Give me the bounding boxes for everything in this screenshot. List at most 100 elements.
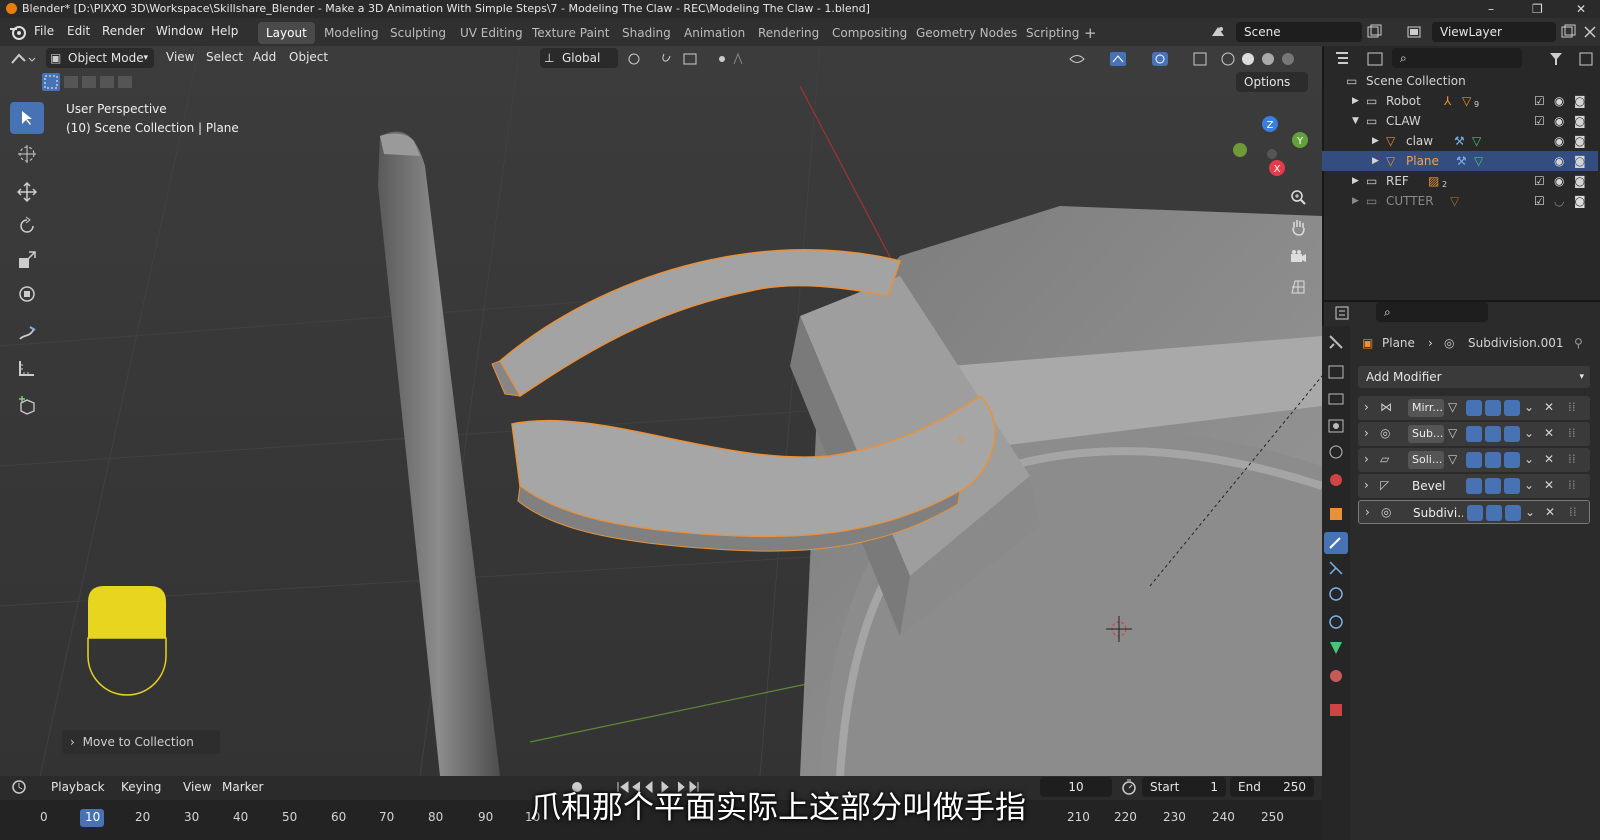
camera-icon[interactable]: ◙ <box>1574 171 1586 191</box>
viewport-toggle[interactable] <box>1485 426 1501 442</box>
render-toggle[interactable] <box>1504 452 1520 468</box>
tab-texture-paint[interactable]: Texture Paint <box>524 22 617 44</box>
tab-animation[interactable]: Animation <box>676 22 753 44</box>
properties-search-input[interactable]: ⌕ <box>1376 302 1488 322</box>
shading-and-overlay-buttons[interactable] <box>1068 50 1318 68</box>
remove-modifier-icon[interactable]: ✕ <box>1544 426 1554 440</box>
chevron-right-icon[interactable]: › <box>1364 426 1369 440</box>
tab-uv-editing[interactable]: UV Editing <box>452 22 531 44</box>
zoom-view-button[interactable] <box>1283 182 1313 212</box>
viewport-toggle[interactable] <box>1485 452 1501 468</box>
outliner-row-robot[interactable]: ▶ ▭ Robot ⅄ ▽ 9 ☑ ◉ ◙ <box>1322 91 1598 111</box>
editmode-toggle[interactable] <box>1466 400 1482 416</box>
chevron-right-icon[interactable]: › <box>1365 505 1370 519</box>
close-window-button[interactable]: ✕ <box>1576 0 1586 18</box>
menu-marker[interactable]: Marker <box>222 780 263 794</box>
modifier-name-field[interactable]: Soli... <box>1408 451 1444 469</box>
eye-icon[interactable]: ◉ <box>1554 171 1564 191</box>
pin-icon[interactable]: ⚲ <box>1574 333 1583 353</box>
remove-modifier-icon[interactable]: ✕ <box>1544 478 1554 492</box>
modifier-name-field[interactable]: Sub... <box>1408 425 1444 443</box>
menu-object[interactable]: Object <box>289 50 328 64</box>
scene-selector[interactable]: Scene <box>1236 22 1362 42</box>
select-mode-buttons[interactable] <box>42 73 138 91</box>
checkbox-icon[interactable]: ☑ <box>1534 111 1545 131</box>
chevron-down-icon[interactable]: ⌄ <box>1524 452 1534 466</box>
new-view-layer-icon[interactable] <box>1560 24 1576 40</box>
render-toggle[interactable] <box>1505 505 1521 521</box>
select-box-tool[interactable] <box>10 102 44 134</box>
render-toggle[interactable] <box>1504 426 1520 442</box>
end-frame-field[interactable]: End 250 <box>1230 777 1314 797</box>
3d-viewport[interactable]: Object Mode ▣ ▾ View Select Add Object ⊥… <box>0 46 1322 776</box>
add-workspace-button[interactable]: + <box>1080 22 1101 44</box>
scale-tool[interactable] <box>10 244 44 276</box>
snapping-tools[interactable] <box>626 50 746 68</box>
chevron-down-icon[interactable]: ⌄ <box>1525 505 1535 519</box>
camera-icon[interactable]: ◙ <box>1574 131 1586 151</box>
menu-playback[interactable]: Playback <box>51 780 105 794</box>
remove-modifier-icon[interactable]: ✕ <box>1545 505 1555 519</box>
add-cube-tool[interactable] <box>10 390 44 422</box>
move-tool[interactable] <box>10 176 44 208</box>
edit-cage-icon[interactable]: ▽ <box>1448 426 1457 440</box>
minimize-button[interactable]: – <box>1488 0 1494 18</box>
chevron-down-icon[interactable]: ⌄ <box>1524 478 1534 492</box>
modifier-name-field[interactable]: Subdivi... <box>1409 504 1463 522</box>
chevron-right-icon[interactable]: › <box>1364 400 1369 414</box>
viewport-toggle[interactable] <box>1486 505 1502 521</box>
options-dropdown[interactable]: Options <box>1236 72 1308 92</box>
editmode-toggle[interactable] <box>1466 452 1482 468</box>
transform-tool[interactable] <box>10 278 44 310</box>
menu-window[interactable]: Window <box>156 24 203 38</box>
viewport-toggle[interactable] <box>1485 400 1501 416</box>
eye-icon[interactable]: ◉ <box>1554 111 1564 131</box>
menu-file[interactable]: File <box>34 24 54 38</box>
menu-keying[interactable]: Keying <box>121 780 161 794</box>
menu-view[interactable]: View <box>166 50 194 64</box>
tab-modeling[interactable]: Modeling <box>316 22 387 44</box>
camera-icon[interactable]: ◙ <box>1574 111 1586 131</box>
menu-timeline-view[interactable]: View <box>183 780 211 794</box>
ortho-toggle-button[interactable] <box>1283 272 1313 302</box>
measure-tool[interactable] <box>10 352 44 384</box>
blender-menu-icon[interactable] <box>9 24 27 40</box>
render-toggle[interactable] <box>1504 400 1520 416</box>
drag-handle-icon[interactable]: ⁞⁞ <box>1568 400 1576 414</box>
modifier-panel[interactable]: › ◎ Subdivi... ⌄ ✕ ⁞⁞ <box>1358 500 1590 524</box>
stopwatch-icon[interactable] <box>1120 778 1138 796</box>
navigation-gizmo[interactable]: Z Y X <box>1228 110 1308 180</box>
eye-hidden-icon[interactable]: ◡ <box>1554 191 1564 211</box>
chevron-down-icon[interactable]: ⌄ <box>1524 426 1534 440</box>
outliner-row-ref[interactable]: ▶ ▭ REF ▨ 2 ☑ ◉ ◙ <box>1322 171 1598 191</box>
remove-modifier-icon[interactable]: ✕ <box>1544 400 1554 414</box>
eye-icon[interactable]: ◉ <box>1554 151 1564 171</box>
checkbox-icon[interactable]: ☑ <box>1534 171 1545 191</box>
chevron-down-icon[interactable]: ⌄ <box>1524 400 1534 414</box>
camera-icon[interactable]: ◙ <box>1574 91 1586 111</box>
tab-layout[interactable]: Layout <box>258 22 315 44</box>
outliner-header-icons[interactable] <box>1334 50 1394 68</box>
camera-view-button[interactable] <box>1283 242 1313 272</box>
modifier-panel[interactable]: › ⋈ Mirr... ▽ ⌄ ✕ ⁞⁞ <box>1358 396 1590 420</box>
tab-shading[interactable]: Shading <box>614 22 679 44</box>
camera-icon[interactable]: ◙ <box>1574 151 1586 171</box>
outliner-search-input[interactable]: ⌕ <box>1392 48 1522 68</box>
menu-add[interactable]: Add <box>253 50 276 64</box>
render-toggle[interactable] <box>1504 478 1520 494</box>
pan-view-button[interactable] <box>1283 212 1313 242</box>
editmode-toggle[interactable] <box>1466 426 1482 442</box>
remove-view-layer-icon[interactable] <box>1582 24 1598 40</box>
annotate-tool[interactable] <box>10 318 44 350</box>
eye-icon[interactable]: ◉ <box>1554 131 1564 151</box>
drag-handle-icon[interactable]: ⁞⁞ <box>1568 426 1576 440</box>
remove-modifier-icon[interactable]: ✕ <box>1544 452 1554 466</box>
eye-icon[interactable]: ◉ <box>1554 91 1564 111</box>
checkbox-icon[interactable]: ☑ <box>1534 91 1545 111</box>
chevron-right-icon[interactable]: › <box>1364 452 1369 466</box>
new-scene-icon[interactable] <box>1366 24 1382 40</box>
modifier-name-field[interactable]: Mirr... <box>1408 399 1444 417</box>
viewport-toggle[interactable] <box>1485 478 1501 494</box>
drag-handle-icon[interactable]: ⁞⁞ <box>1568 478 1576 492</box>
scene-icon[interactable] <box>1210 24 1226 40</box>
